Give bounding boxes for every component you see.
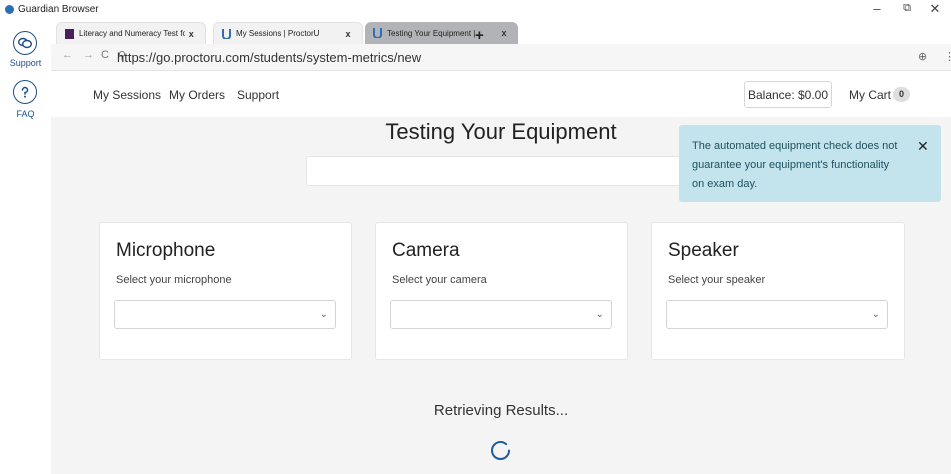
zoom-icon[interactable]: ⊕	[918, 50, 927, 63]
minimize-button[interactable]: –	[868, 1, 886, 16]
tab-close-icon[interactable]: x	[498, 28, 510, 38]
restore-button[interactable]: ⧉	[898, 2, 916, 15]
app-logo-icon	[5, 5, 14, 14]
my-cart-link[interactable]: My Cart	[849, 88, 891, 102]
window-close-button[interactable]: ✕	[926, 1, 944, 17]
card-subtitle: Select your speaker	[668, 274, 766, 286]
tab-label: Literacy and Numeracy Test for	[79, 29, 186, 38]
new-tab-button[interactable]: +	[475, 27, 484, 44]
proctoru-favicon-icon	[222, 28, 231, 40]
tab-close-icon[interactable]: x	[185, 29, 197, 39]
menu-dots-icon[interactable]: ⋮	[944, 50, 951, 63]
back-arrow-icon[interactable]: ←	[62, 49, 73, 61]
forward-arrow-icon[interactable]: →	[83, 49, 94, 61]
document-favicon-icon	[65, 28, 74, 39]
balance-display[interactable]: Balance: $0.00	[744, 81, 832, 108]
microphone-card: Microphone Select your microphone ⌄	[99, 222, 352, 360]
support-label[interactable]: Support	[0, 58, 51, 68]
card-title: Microphone	[116, 240, 216, 261]
camera-select[interactable]: ⌄	[390, 300, 612, 329]
speaker-select[interactable]: ⌄	[666, 300, 888, 329]
cart-count-badge: 0	[893, 87, 910, 102]
nav-my-sessions[interactable]: My Sessions	[93, 88, 161, 102]
url-field[interactable]: https://go.proctoru.com/students/system-…	[117, 50, 421, 65]
toast-notification: The automated equipment check does not g…	[679, 125, 941, 202]
card-subtitle: Select your camera	[392, 274, 487, 286]
support-button[interactable]	[13, 31, 37, 55]
toast-close-icon[interactable]: ✕	[917, 138, 929, 155]
chevron-down-icon: ⌄	[319, 309, 328, 320]
retrieving-status: Retrieving Results...	[433, 402, 569, 419]
card-title: Camera	[392, 240, 460, 261]
proctoru-favicon-icon	[373, 28, 382, 39]
question-bulb-icon	[21, 86, 29, 98]
tab-label: My Sessions | ProctorU	[236, 29, 320, 38]
tab-strip: Literacy and Numeracy Test for x My Sess…	[51, 20, 951, 44]
faq-label[interactable]: FAQ	[0, 109, 51, 119]
nav-support[interactable]: Support	[237, 88, 279, 102]
nav-my-orders[interactable]: My Orders	[169, 88, 225, 102]
card-subtitle: Select your microphone	[116, 274, 232, 286]
tab-close-icon[interactable]: x	[342, 29, 354, 39]
toast-message: The automated equipment check does not g…	[692, 140, 898, 190]
loading-spinner-icon	[491, 441, 510, 460]
tab-testing-equipment[interactable]: Testing Your Equipment | x	[365, 22, 518, 44]
tab-my-sessions[interactable]: My Sessions | ProctorU x	[213, 22, 363, 44]
tab-literacy-test[interactable]: Literacy and Numeracy Test for x	[56, 22, 206, 44]
chevron-down-icon: ⌄	[871, 309, 880, 320]
chat-bubbles-icon	[18, 37, 32, 49]
camera-card: Camera Select your camera ⌄	[375, 222, 628, 360]
window-title: Guardian Browser	[18, 4, 99, 15]
card-title: Speaker	[668, 240, 739, 261]
status-panel	[306, 156, 696, 186]
speaker-card: Speaker Select your speaker ⌄	[651, 222, 905, 360]
faq-button[interactable]	[13, 80, 37, 104]
left-rail: Support FAQ	[0, 20, 52, 474]
microphone-select[interactable]: ⌄	[114, 300, 336, 329]
chevron-down-icon: ⌄	[595, 309, 604, 320]
window-titlebar	[0, 0, 951, 20]
reload-icon[interactable]: C	[101, 49, 109, 61]
